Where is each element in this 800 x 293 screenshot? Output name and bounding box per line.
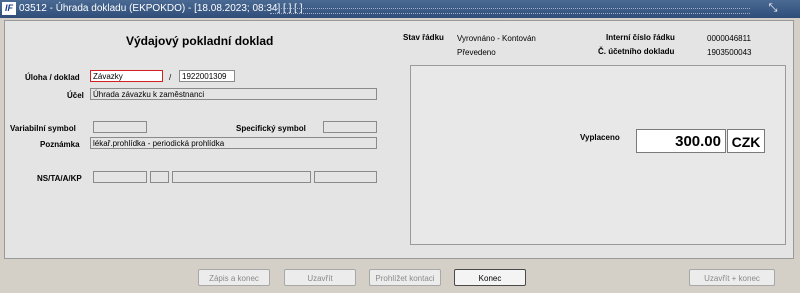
interni-label: Interní číslo řádku <box>606 33 675 42</box>
currency-field[interactable]: CZK <box>727 129 765 153</box>
uzavrit-button[interactable]: Uzavřít <box>284 269 356 286</box>
interni-value: 0000046811 <box>707 34 751 43</box>
amount-field[interactable]: 300.00 <box>636 129 726 153</box>
stav-label: Stav řádku <box>403 33 444 42</box>
ucetni-value: 1903500043 <box>707 48 752 57</box>
slash-separator: / <box>169 73 172 82</box>
titlebar-grip <box>270 8 750 14</box>
ucel-label: Účel <box>67 91 84 100</box>
spec-symbol-label: Specifický symbol <box>236 124 306 133</box>
ucel-field[interactable]: Úhrada závazku k zaměstnanci <box>90 88 377 100</box>
ucetni-label: Č. účetního dokladu <box>598 47 675 56</box>
app-icon: IF <box>2 2 16 15</box>
window-title: 03512 - Úhrada dokladu (EKPOKDO) - [18.0… <box>19 3 303 14</box>
var-symbol-field[interactable] <box>93 121 147 133</box>
vyplaceno-label: Vyplaceno <box>580 133 620 142</box>
uloha-label: Úloha / doklad <box>25 73 80 82</box>
doklad-field[interactable]: 1922001309 <box>179 70 235 82</box>
poznamka-label: Poznámka <box>40 140 80 149</box>
kp-field[interactable] <box>314 171 377 183</box>
payment-panel <box>410 65 786 245</box>
ns-label: NS/TA/A/KP <box>37 174 82 183</box>
poznamka-field[interactable]: lékař.prohlídka - periodická prohlídka <box>90 137 377 149</box>
a-field[interactable] <box>172 171 311 183</box>
resize-icon[interactable]: ⤡ <box>760 2 786 15</box>
window-titlebar: IF 03512 - Úhrada dokladu (EKPOKDO) - [1… <box>0 0 800 18</box>
zapis-konec-button[interactable]: Zápis a konec <box>198 269 270 286</box>
prohlizet-kontaci-button[interactable]: Prohlížet kontaci <box>369 269 441 286</box>
stav-value-2: Převedeno <box>457 48 496 57</box>
spec-symbol-field[interactable] <box>323 121 377 133</box>
stav-value-1: Vyrovnáno - Kontován <box>457 34 536 43</box>
ns-field[interactable] <box>93 171 147 183</box>
konec-button[interactable]: Konec <box>454 269 526 286</box>
ta-field[interactable] <box>150 171 169 183</box>
form-heading: Výdajový pokladní doklad <box>126 34 274 48</box>
var-symbol-label: Variabilní symbol <box>10 124 76 133</box>
uloha-field[interactable]: Závazky <box>90 70 163 82</box>
uzavrit-konec-button[interactable]: Uzavřít + konec <box>689 269 775 286</box>
